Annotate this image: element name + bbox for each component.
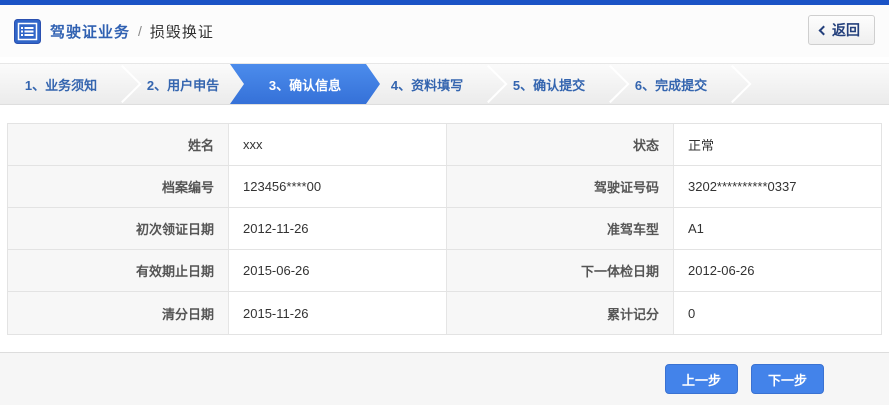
wizard-step-label: 1、业务须知 — [24, 77, 98, 93]
field-label: 准驾车型 — [447, 208, 674, 249]
license-list-icon — [14, 18, 41, 44]
wizard-step-2[interactable]: 2、用户申告 — [122, 64, 244, 104]
wizard-step-4[interactable]: 4、资料填写 — [366, 64, 508, 104]
field-label: 状态 — [447, 124, 674, 165]
chevron-left-icon — [818, 25, 829, 35]
field-value: 正常 — [674, 124, 881, 165]
table-row: 有效期止日期 2015-06-26 下一体检日期 2012-06-26 — [8, 250, 881, 292]
back-button[interactable]: 返回 — [808, 15, 875, 45]
next-step-button[interactable]: 下一步 — [750, 364, 824, 394]
field-label: 累计记分 — [447, 292, 674, 334]
wizard-step-label: 6、完成提交 — [634, 77, 708, 93]
page: 驾驶证业务 / 损毁换证 返回 1、业务须知 2、用户申告 3、确认信息 4、资… — [0, 0, 889, 405]
field-label: 驾驶证号码 — [447, 166, 674, 207]
field-value: xxx — [229, 124, 447, 165]
table-row: 档案编号 123456****00 驾驶证号码 3202**********03… — [8, 166, 881, 208]
field-value: A1 — [674, 208, 881, 249]
wizard-step-1[interactable]: 1、业务须知 — [0, 64, 142, 104]
page-title: 驾驶证业务 — [50, 23, 131, 41]
field-value: 2012-06-26 — [674, 250, 881, 291]
back-button-label: 返回 — [832, 22, 860, 38]
field-label: 下一体检日期 — [447, 250, 674, 291]
wizard-filler — [732, 64, 889, 104]
table-row: 姓名 xxx 状态 正常 — [8, 124, 881, 166]
field-label: 清分日期 — [8, 292, 229, 334]
field-value: 3202**********0337 — [674, 166, 881, 207]
license-info-table: 姓名 xxx 状态 正常 档案编号 123456****00 驾驶证号码 320… — [7, 123, 882, 335]
field-label: 初次领证日期 — [8, 208, 229, 249]
field-value: 123456****00 — [229, 166, 447, 207]
field-value: 2012-11-26 — [229, 208, 447, 249]
breadcrumb-separator: / — [138, 23, 142, 39]
wizard-step-label: 2、用户申告 — [146, 77, 220, 93]
previous-step-button[interactable]: 上一步 — [664, 364, 738, 394]
step-wizard: 1、业务须知 2、用户申告 3、确认信息 4、资料填写 5、确认提交 6、完成提… — [0, 63, 889, 105]
wizard-step-5[interactable]: 5、确认提交 — [488, 64, 630, 104]
wizard-step-3-active[interactable]: 3、确认信息 — [230, 64, 380, 104]
field-value: 2015-06-26 — [229, 250, 447, 291]
field-label: 有效期止日期 — [8, 250, 229, 291]
table-row: 初次领证日期 2012-11-26 准驾车型 A1 — [8, 208, 881, 250]
header: 驾驶证业务 / 损毁换证 返回 — [0, 5, 889, 57]
wizard-step-label: 5、确认提交 — [512, 77, 586, 93]
field-label: 姓名 — [8, 124, 229, 165]
table-row: 清分日期 2015-11-26 累计记分 0 — [8, 292, 881, 334]
wizard-step-label: 3、确认信息 — [268, 77, 342, 93]
footer-action-bar: 上一步 下一步 — [0, 352, 889, 405]
breadcrumb-current: 损毁换证 — [149, 23, 214, 41]
wizard-step-6[interactable]: 6、完成提交 — [610, 64, 752, 104]
field-value: 2015-11-26 — [229, 292, 447, 334]
wizard-step-label: 4、资料填写 — [390, 77, 464, 93]
field-value: 0 — [674, 292, 881, 334]
field-label: 档案编号 — [8, 166, 229, 207]
